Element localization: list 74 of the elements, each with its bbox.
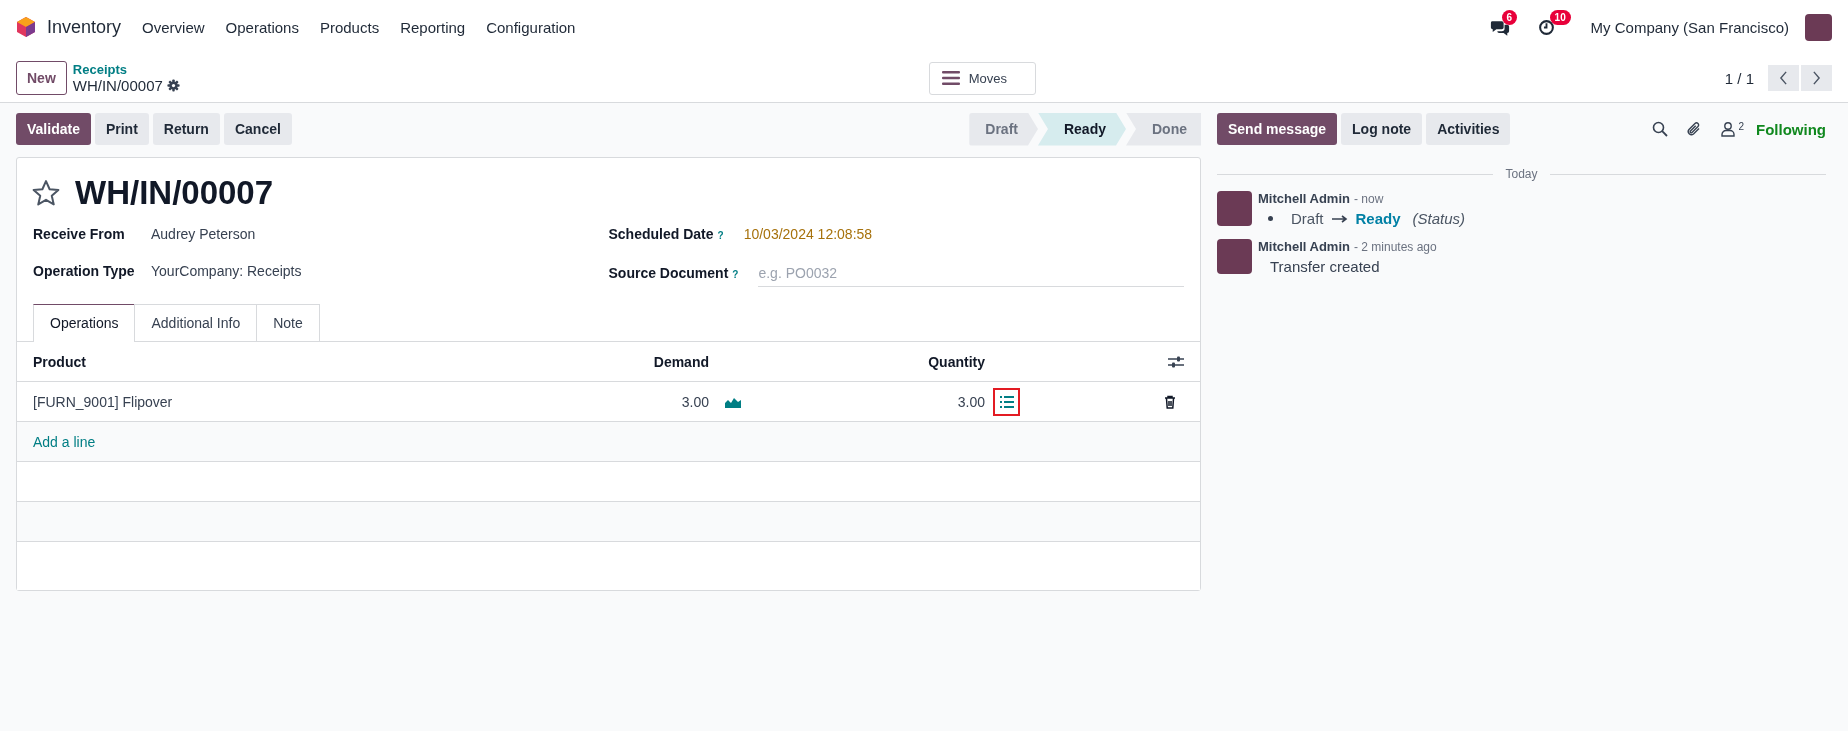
list-icon: [999, 395, 1014, 408]
person-icon[interactable]: [1720, 121, 1737, 137]
tracked-field: (Status): [1412, 210, 1466, 227]
date-field[interactable]: 10/03/2024 12:08:58: [743, 226, 873, 242]
column-settings-icon[interactable]: [1168, 354, 1184, 369]
pager-value: 1 / 1: [1724, 69, 1754, 87]
chatter-button[interactable]: Activities: [1426, 113, 1511, 145]
date-separator: Today: [1505, 167, 1538, 181]
breadcrumb-link[interactable]: Receipts: [72, 62, 180, 77]
user-avatar[interactable]: [1805, 13, 1832, 41]
status-step[interactable]: Ready: [1037, 112, 1126, 146]
app-name-link[interactable]: Inventory: [47, 16, 122, 38]
menu-item[interactable]: Overview: [142, 18, 205, 36]
star-icon[interactable]: [31, 178, 61, 208]
menu-item[interactable]: Operations: [225, 18, 299, 36]
help-tooltip-mark[interactable]: ?: [717, 230, 724, 241]
column-header[interactable]: Quantity: [785, 353, 985, 370]
table-cell-text: [FURN_9001] Flipover: [33, 393, 174, 410]
field-label: Receive From: [33, 226, 126, 242]
table-cell-text: 3.00: [956, 393, 985, 410]
help-tooltip-mark[interactable]: ?: [732, 269, 739, 280]
trash-icon[interactable]: [1164, 394, 1176, 409]
search-icon[interactable]: [1652, 121, 1669, 137]
notification-badge: 10: [1549, 9, 1571, 25]
action-button[interactable]: Print: [94, 113, 149, 145]
status-step[interactable]: Done: [1126, 112, 1201, 146]
app-logo-icon[interactable]: [16, 16, 36, 38]
detailed-operations-button[interactable]: [993, 387, 1020, 416]
notification-badge: 6: [1501, 9, 1518, 25]
chevron-left-icon: [1779, 71, 1788, 85]
settings-icon[interactable]: [166, 79, 180, 92]
next-button[interactable]: [1801, 65, 1832, 91]
notebook-tab[interactable]: Note: [256, 304, 320, 341]
field-value[interactable]: Audrey Peterson: [151, 226, 256, 242]
menu-item[interactable]: Configuration: [486, 18, 576, 36]
column-header[interactable]: Product: [33, 353, 553, 370]
add-line-link[interactable]: Add a line: [33, 433, 96, 450]
action-button[interactable]: Validate: [16, 113, 91, 145]
previous-button[interactable]: [1768, 65, 1799, 91]
message-text: Transfer created: [1269, 258, 1381, 275]
followers-count: 2: [1738, 121, 1744, 132]
record-title: WH/IN/00007: [75, 174, 274, 212]
chevron-right-icon: [1812, 71, 1821, 85]
author-name[interactable]: Mitchell Admin: [1258, 191, 1350, 206]
menu-item[interactable]: Reporting: [400, 18, 466, 36]
new-value: Ready: [1355, 210, 1401, 227]
new-button[interactable]: New: [16, 61, 67, 95]
status-step[interactable]: Draft: [969, 112, 1038, 146]
chatter-button[interactable]: Log note: [1341, 113, 1423, 145]
bullet-icon: [1268, 216, 1273, 221]
menu-icon: [941, 71, 960, 85]
table-cell-text: 3.00: [680, 393, 709, 410]
notebook-tab[interactable]: Operations: [33, 304, 136, 342]
field-label: Operation Type: [33, 263, 136, 279]
menu-item[interactable]: Products: [319, 18, 380, 36]
field-label: Scheduled Date: [608, 226, 714, 242]
clock-icon[interactable]: [1537, 18, 1555, 36]
moves-button[interactable]: Moves: [928, 61, 1036, 95]
author-name[interactable]: Mitchell Admin: [1258, 239, 1350, 254]
column-header[interactable]: Demand: [553, 353, 709, 370]
action-button[interactable]: Return: [152, 113, 220, 145]
input-field[interactable]: e.g. PO0032: [758, 263, 1184, 287]
area-chart-icon[interactable]: [725, 395, 741, 408]
arrow-right-icon: [1331, 214, 1348, 223]
record-name: WH/IN/00007: [72, 77, 163, 94]
field-label: Source Document: [608, 265, 729, 281]
action-button[interactable]: Cancel: [223, 113, 292, 145]
message-time: - now: [1353, 192, 1384, 206]
following-link[interactable]: Following: [1756, 120, 1826, 138]
chatter-button[interactable]: Send message: [1217, 113, 1338, 145]
message-time: - 2 minutes ago: [1353, 240, 1437, 254]
company-name[interactable]: My Company (San Francisco): [1590, 18, 1789, 36]
old-value: Draft: [1291, 210, 1324, 227]
field-value[interactable]: YourCompany: Receipts: [151, 263, 302, 279]
